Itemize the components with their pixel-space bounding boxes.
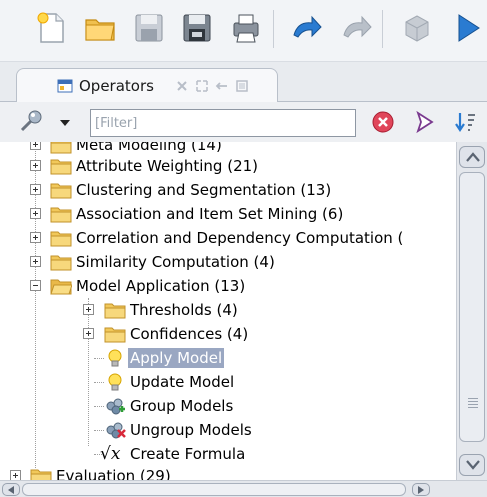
minimize-view-icon[interactable]: [215, 79, 229, 93]
expand-toggle[interactable]: [83, 304, 94, 315]
tree-item-model-application[interactable]: Model Application (13): [0, 274, 456, 298]
toolbar-separator: [273, 10, 274, 48]
tree-item-thresholds[interactable]: Thresholds (4): [0, 298, 456, 322]
tree-item-association-and-item-set-mining[interactable]: Association and Item Set Mining (6): [0, 202, 456, 226]
filter-input[interactable]: [90, 109, 356, 137]
tree-item-label: Correlation and Dependency Computation (: [76, 229, 404, 247]
tree-item-label: Apply Model: [128, 348, 225, 368]
scroll-right-button[interactable]: [412, 483, 430, 496]
tree-item-label: Group Models: [130, 397, 234, 415]
view-tab-bar: Operators: [0, 62, 487, 102]
collapse-toggle[interactable]: [30, 280, 41, 291]
open-folder-icon[interactable]: [83, 11, 117, 45]
tree-item-correlation-and-dependency-computation[interactable]: Correlation and Dependency Computation (: [0, 226, 456, 250]
open-folder-icon: [50, 279, 72, 295]
redo-icon[interactable]: [340, 11, 374, 45]
undo-icon[interactable]: [290, 11, 324, 45]
tree-item-group-models[interactable]: Group Models: [0, 394, 456, 418]
expand-toggle[interactable]: [30, 208, 41, 219]
tree-item-label: Model Application (13): [76, 277, 246, 295]
undock-icon[interactable]: [195, 79, 209, 93]
tree-item-update-model[interactable]: Update Model: [0, 370, 456, 394]
maximize-view-icon[interactable]: [235, 79, 249, 93]
close-view-icon[interactable]: [175, 79, 189, 93]
vertical-scrollbar[interactable]: [456, 142, 487, 480]
chevron-left-icon: [8, 486, 14, 494]
ungroup-models-icon: [106, 422, 126, 439]
folder-icon: [50, 159, 72, 175]
tree-item-attribute-weighting[interactable]: Attribute Weighting (21): [0, 154, 456, 178]
box-icon[interactable]: [400, 11, 434, 45]
tab-operators[interactable]: Operators: [16, 68, 278, 102]
tree-item-ungroup-models[interactable]: Ungroup Models: [0, 418, 456, 442]
run-icon[interactable]: [453, 11, 483, 45]
folder-icon: [30, 469, 52, 480]
expand-toggle[interactable]: [10, 470, 21, 480]
tree-item-confidences[interactable]: Confidences (4): [0, 322, 456, 346]
tree-item-label: Update Model: [130, 373, 235, 391]
save-icon[interactable]: [132, 11, 166, 45]
tree-item-label: Thresholds (4): [130, 301, 238, 319]
toolbar-separator: [382, 10, 383, 48]
expand-toggle[interactable]: [30, 160, 41, 171]
chevron-down-icon[interactable]: [60, 120, 70, 126]
tree-item-label: Evaluation (29): [56, 467, 171, 480]
scroll-thumb[interactable]: [22, 483, 406, 496]
new-process-icon[interactable]: [34, 11, 68, 45]
sort-icon[interactable]: [454, 110, 478, 134]
filter-arrow-icon[interactable]: [412, 110, 436, 134]
expand-toggle[interactable]: [30, 256, 41, 267]
chevron-down-icon: [466, 460, 480, 470]
tree-item-label: Clustering and Segmentation (13): [76, 181, 332, 199]
save-as-icon[interactable]: [180, 11, 214, 45]
tree-item-label: Confidences (4): [130, 325, 249, 343]
folder-icon: [50, 207, 72, 223]
tree-item-create-formula[interactable]: √x Create Formula: [0, 442, 456, 466]
expand-toggle[interactable]: [30, 232, 41, 243]
folder-icon: [50, 255, 72, 271]
folder-icon: [104, 303, 126, 319]
folder-icon: [104, 327, 126, 343]
expand-toggle[interactable]: [30, 142, 41, 150]
print-icon[interactable]: [229, 11, 263, 45]
chevron-right-icon: [418, 486, 424, 494]
thumb-grip: [468, 398, 478, 410]
lightbulb-icon: [108, 349, 122, 367]
tree-item-label: Attribute Weighting (21): [76, 157, 259, 175]
scroll-up-button[interactable]: [459, 146, 485, 168]
expand-toggle[interactable]: [30, 184, 41, 195]
tab-operators-label: Operators: [79, 77, 154, 95]
lightbulb-icon: [108, 373, 122, 391]
horizontal-scrollbar[interactable]: [0, 480, 487, 497]
expand-toggle[interactable]: [83, 328, 94, 339]
scroll-down-button[interactable]: [459, 454, 485, 476]
scroll-left-button[interactable]: [2, 483, 20, 496]
scroll-thumb[interactable]: [459, 172, 485, 442]
folder-icon: [50, 231, 72, 247]
folder-icon: [50, 183, 72, 199]
operator-wand-icon[interactable]: [18, 110, 44, 134]
tree-item-evaluation[interactable]: Evaluation (29): [0, 464, 456, 480]
tree-item-apply-model[interactable]: Apply Model: [0, 346, 456, 370]
group-models-icon: [106, 398, 125, 415]
tree-item-similarity-computation[interactable]: Similarity Computation (4): [0, 250, 456, 274]
tree-item-label: Association and Item Set Mining (6): [76, 205, 344, 223]
tree-item-label: Similarity Computation (4): [76, 253, 275, 271]
operators-view-icon: [57, 79, 73, 93]
clear-filter-icon[interactable]: [371, 110, 395, 134]
filter-bar: [0, 102, 487, 142]
tree-item-label: Ungroup Models: [130, 421, 252, 439]
main-toolbar: [0, 0, 487, 62]
formula-icon: √x: [100, 444, 121, 464]
operator-tree: Meta Modeling (14) Attribute Weighting (…: [0, 142, 456, 480]
chevron-up-icon: [466, 152, 480, 162]
tree-item-clustering-and-segmentation[interactable]: Clustering and Segmentation (13): [0, 178, 456, 202]
tree-item-label: Create Formula: [130, 445, 246, 463]
